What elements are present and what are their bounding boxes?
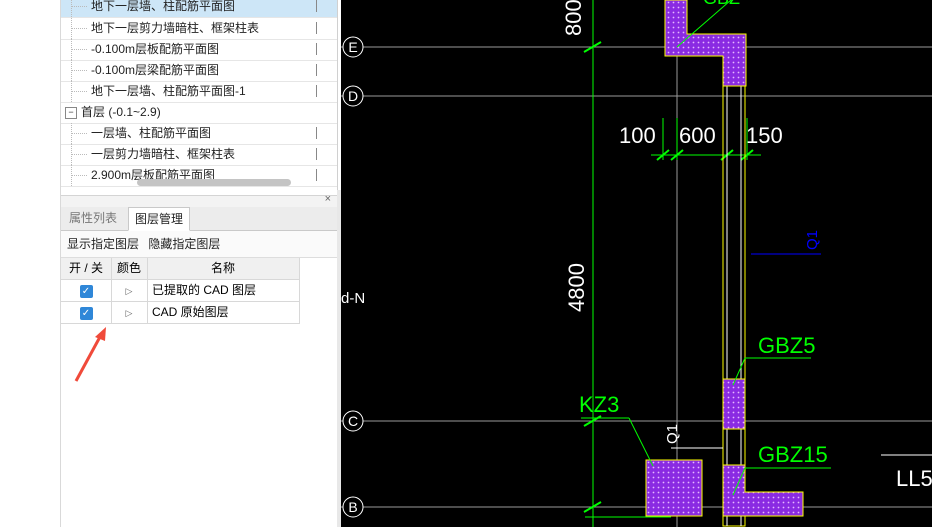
layer-table: 开 / 关 颜色 名称 ✓ ▷ 已提取的 CAD 图层 ✓ ▷ CAD 原始图层 [61,258,300,324]
cad-drawing: E D C B d-N 800 4800 100 600 150 GBZ5 GB… [341,0,932,527]
document-icon [316,0,326,12]
axis-label-d: D [348,88,358,104]
annotation-arrow [74,327,106,382]
dim-4800: 4800 [564,263,589,312]
layer-name: CAD 原始图层 [147,302,300,323]
color-expand-icon[interactable]: ▷ [126,286,133,296]
drawing-item-label: 一层墙、柱配筋平面图 [91,126,212,140]
document-icon [316,127,326,139]
column-header-color: 颜色 [111,258,148,279]
layer-visible-checkbox[interactable]: ✓ [79,285,93,298]
drawing-item-label: -0.100m层板配筋平面图 [91,42,220,56]
layer-row[interactable]: ✓ ▷ 已提取的 CAD 图层 [61,280,300,302]
tag-kz3: KZ3 [579,392,619,417]
color-expand-icon[interactable]: ▷ [126,308,133,318]
floor-group[interactable]: − 首层 (-0.1~2.9) [61,102,337,124]
document-icon [316,22,326,34]
cad-canvas[interactable]: E D C B d-N 800 4800 100 600 150 GBZ5 GB… [341,0,932,527]
hide-layers-button[interactable]: 隐藏指定图层 [148,237,220,251]
axis-bubble-c: C [342,410,364,432]
column-header-name: 名称 [147,258,300,279]
column-kz3 [645,459,703,517]
drawing-item-label: 地下一层墙、柱配筋平面图 [91,0,236,13]
layer-visible-checkbox[interactable]: ✓ [79,307,93,320]
drawing-item-label: 一层剪力墙暗柱、框架柱表 [91,147,236,161]
column-header-toggle: 开 / 关 [61,258,112,279]
drawing-item[interactable]: 地下一层墙、柱配筋平面图-1 [61,81,337,103]
document-icon [316,85,326,97]
axis-label-c: C [348,413,358,429]
drawing-item[interactable]: 地下一层墙、柱配筋平面图 [61,0,337,18]
document-icon [316,148,326,160]
dim-150: 150 [746,123,783,148]
layer-table-header: 开 / 关 颜色 名称 [61,258,300,280]
floor-group-label: 首层 (-0.1~2.9) [81,105,161,119]
tab-layer-manager[interactable]: 图层管理 [128,207,191,231]
dim-800: 800 [561,0,586,36]
document-icon [316,169,326,181]
tag-gbz15: GBZ15 [758,442,828,467]
tag-gbz5: GBZ5 [758,333,815,358]
tag-ll5: LL5 [896,466,932,491]
axis-bubble-e: E [342,36,364,58]
drawing-item[interactable]: 一层剪力墙暗柱、框架柱表 [61,144,337,166]
side-label: d-N [341,290,365,307]
document-icon [316,64,326,76]
collapse-toggle[interactable]: − [65,107,77,119]
column-gbz5 [722,378,746,430]
drawing-item-label: 地下一层墙、柱配筋平面图-1 [91,84,246,98]
close-icon[interactable]: × [325,193,331,205]
drawing-item[interactable]: 地下一层剪力墙暗柱、框架柱表 [61,18,337,40]
axis-label-e: E [348,39,357,55]
left-panel: 地下一层墙、柱配筋平面图 地下一层剪力墙暗柱、框架柱表 -0.100m层板配筋平… [0,0,341,527]
drawing-item[interactable]: -0.100m层板配筋平面图 [61,39,337,61]
drawing-item-label: -0.100m层梁配筋平面图 [91,63,220,77]
left-gutter [0,0,61,527]
drawing-item[interactable]: -0.100m层梁配筋平面图 [61,60,337,82]
tag-q1-lower: Q1 [664,424,681,444]
dim-600: 600 [679,123,716,148]
axis-bubble-b: B [342,496,364,518]
drawing-item[interactable]: 一层墙、柱配筋平面图 [61,123,337,145]
layer-toolbar: 显示指定图层 隐藏指定图层 [61,231,337,258]
drawing-item-label: 地下一层剪力墙暗柱、框架柱表 [91,21,260,35]
axis-bubble-d: D [342,85,364,107]
dim-100: 100 [619,123,656,148]
layer-name: 已提取的 CAD 图层 [147,280,300,301]
tab-properties[interactable]: 属性列表 [63,207,123,229]
show-layers-button[interactable]: 显示指定图层 [67,237,139,251]
tag-gbz-top: GBZ [703,0,740,8]
drawing-list: 地下一层墙、柱配筋平面图 地下一层剪力墙暗柱、框架柱表 -0.100m层板配筋平… [61,0,338,190]
horizontal-scrollbar[interactable] [137,179,291,186]
document-icon [316,43,326,55]
tag-q1: Q1 [804,230,821,250]
shear-wall [722,85,746,527]
axis-label-b: B [348,499,357,515]
panel-tabs: 属性列表 图层管理 [61,207,337,231]
layer-row[interactable]: ✓ ▷ CAD 原始图层 [61,302,300,324]
